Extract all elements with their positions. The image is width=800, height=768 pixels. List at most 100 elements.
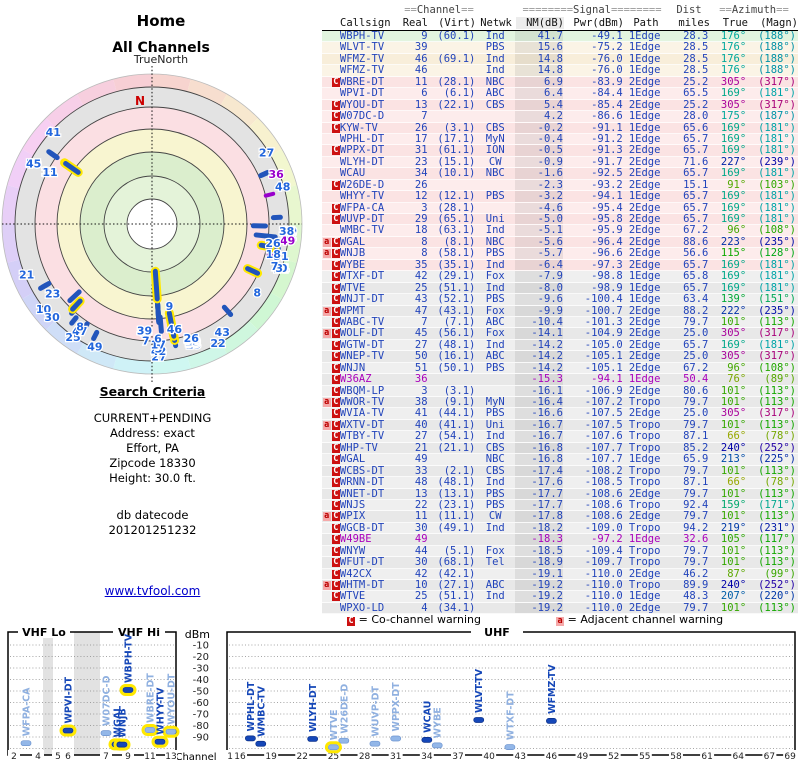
cell-cp: -108.5: [563, 477, 623, 487]
svg-text:34: 34: [421, 752, 433, 762]
cell-ct: 222°: [708, 306, 746, 316]
cell-cv: (60.1): [428, 31, 476, 41]
co-channel-icon: C: [332, 375, 340, 384]
cell-cg: (188°): [746, 65, 798, 75]
cell-cn: NBC: [475, 237, 515, 247]
cell-cp: -95.4: [563, 203, 623, 213]
cell-cc: WTVE: [340, 591, 402, 601]
table-row: CWFUT-DT30(68.1)Tel-18.9-109.7Tropo79.71…: [322, 557, 798, 568]
signal-bar: WPHL-DT: [245, 681, 257, 741]
cell-cm: 25.0: [667, 351, 709, 361]
svg-text:37: 37: [452, 752, 463, 762]
warning-flags: C: [322, 431, 340, 441]
cell-cn: CBS: [475, 466, 515, 476]
warning-flags: C: [322, 294, 340, 304]
cell-cm: 65.7: [667, 260, 709, 270]
svg-text:7: 7: [103, 752, 109, 762]
cell-cv: [428, 454, 476, 464]
cell-cr: 48: [402, 477, 428, 487]
co-channel-icon: C: [332, 284, 340, 293]
svg-text:6: 6: [65, 752, 71, 762]
station-table: ==Channel== ========Signal======== Dist …: [322, 4, 798, 614]
adjacent-channel-icon: a: [323, 421, 331, 430]
cell-cn: CW: [475, 157, 515, 167]
cell-cpa: 1Edge: [623, 294, 667, 304]
cell-cg: (188°): [746, 31, 798, 41]
svg-text:23: 23: [45, 288, 60, 301]
cell-cv: (56.1): [428, 328, 476, 338]
cell-cc: WXTV-DT: [340, 420, 402, 430]
cell-cr: 30: [402, 557, 428, 567]
signal-bar: WLYH-DT: [308, 683, 320, 741]
cell-ct: 176°: [708, 31, 746, 41]
svg-text:Channel: Channel: [175, 752, 216, 763]
cell-cv: [428, 42, 476, 52]
warning-flags: C: [322, 363, 340, 373]
cell-cpa: 2Edge: [623, 145, 667, 155]
cell-ct: 169°: [708, 203, 746, 213]
search-criteria: Search Criteria CURRENT+PENDINGAddress: …: [0, 384, 305, 538]
adjacent-channel-icon: a: [323, 398, 331, 407]
cell-cpa: 1Edge: [623, 454, 667, 464]
svg-text:WFPA-CA: WFPA-CA: [22, 687, 33, 736]
svg-text:28: 28: [359, 752, 371, 762]
co-channel-icon: C: [332, 78, 340, 87]
cell-cp: -109.7: [563, 557, 623, 567]
svg-text:18: 18: [266, 248, 281, 261]
cell-cg: (113°): [746, 397, 798, 407]
warning-flags: C: [322, 500, 340, 510]
cell-ct: 76°: [708, 374, 746, 384]
cell-cpa: Tropo: [623, 546, 667, 556]
cell-cnm: 14.8: [515, 65, 563, 75]
cell-cg: (113°): [746, 546, 798, 556]
cell-cpa: Tropo: [623, 466, 667, 476]
cell-cc: KYW-TV: [340, 123, 402, 133]
cell-cnm: -16.1: [515, 386, 563, 396]
cell-cn: Ind: [475, 225, 515, 235]
svg-text:-20: -20: [193, 652, 209, 663]
table-row: aCWNJB8(58.1)PBS-5.7-96.62Edge56.6115°(1…: [322, 248, 798, 259]
svg-text:19: 19: [265, 752, 277, 762]
cell-cnm: -5.7: [515, 248, 563, 258]
cell-cr: 42: [402, 271, 428, 281]
co-channel-icon: C: [332, 570, 340, 579]
cell-cr: 36: [402, 374, 428, 384]
cell-cr: 10: [402, 580, 428, 590]
cell-cn: PBS: [475, 489, 515, 499]
svg-text:25: 25: [328, 752, 339, 762]
cell-cpa: 2Edge: [623, 363, 667, 373]
svg-text:26: 26: [265, 237, 281, 250]
cell-cp: -107.2: [563, 397, 623, 407]
cell-cnm: -3.2: [515, 191, 563, 201]
cell-cr: 26: [402, 123, 428, 133]
co-channel-icon: C: [332, 444, 340, 453]
cell-cp: -85.4: [563, 100, 623, 110]
svg-text:WYOU-DT: WYOU-DT: [167, 673, 178, 725]
cell-cc: WRNN-DT: [340, 477, 402, 487]
cell-cv: (6.1): [428, 88, 476, 98]
cell-cv: (61.1): [428, 145, 476, 155]
cell-cnm: -0.9: [515, 157, 563, 167]
cell-ct: 96°: [708, 363, 746, 373]
cell-cn: ION: [475, 145, 515, 155]
cell-cg: (188°): [746, 42, 798, 52]
cell-cg: (235°): [746, 237, 798, 247]
col-pwr: Pwr(dBm): [564, 17, 624, 29]
warning-flags: [322, 54, 340, 64]
tvfool-link[interactable]: www.tvfool.com: [105, 584, 201, 598]
warning-flags: C: [322, 100, 340, 110]
group-header-azimuth: ==Azimuth==: [710, 4, 798, 16]
cell-cg: (317°): [746, 100, 798, 110]
co-channel-icon: C: [332, 558, 340, 567]
cell-cm: 25.2: [667, 77, 709, 87]
cell-cv: (12.1): [428, 191, 476, 201]
cell-cpa: 2Edge: [623, 569, 667, 579]
cell-cp: -108.6: [563, 500, 623, 510]
cell-cn: NBC: [475, 168, 515, 178]
svg-text:WUVP-DT: WUVP-DT: [370, 686, 381, 737]
svg-text:2: 2: [11, 752, 17, 762]
cell-cpa: 2Edge: [623, 203, 667, 213]
cell-cg: (89°): [746, 374, 798, 384]
cell-cp: -49.1: [563, 31, 623, 41]
cell-cpa: 2Edge: [623, 225, 667, 235]
